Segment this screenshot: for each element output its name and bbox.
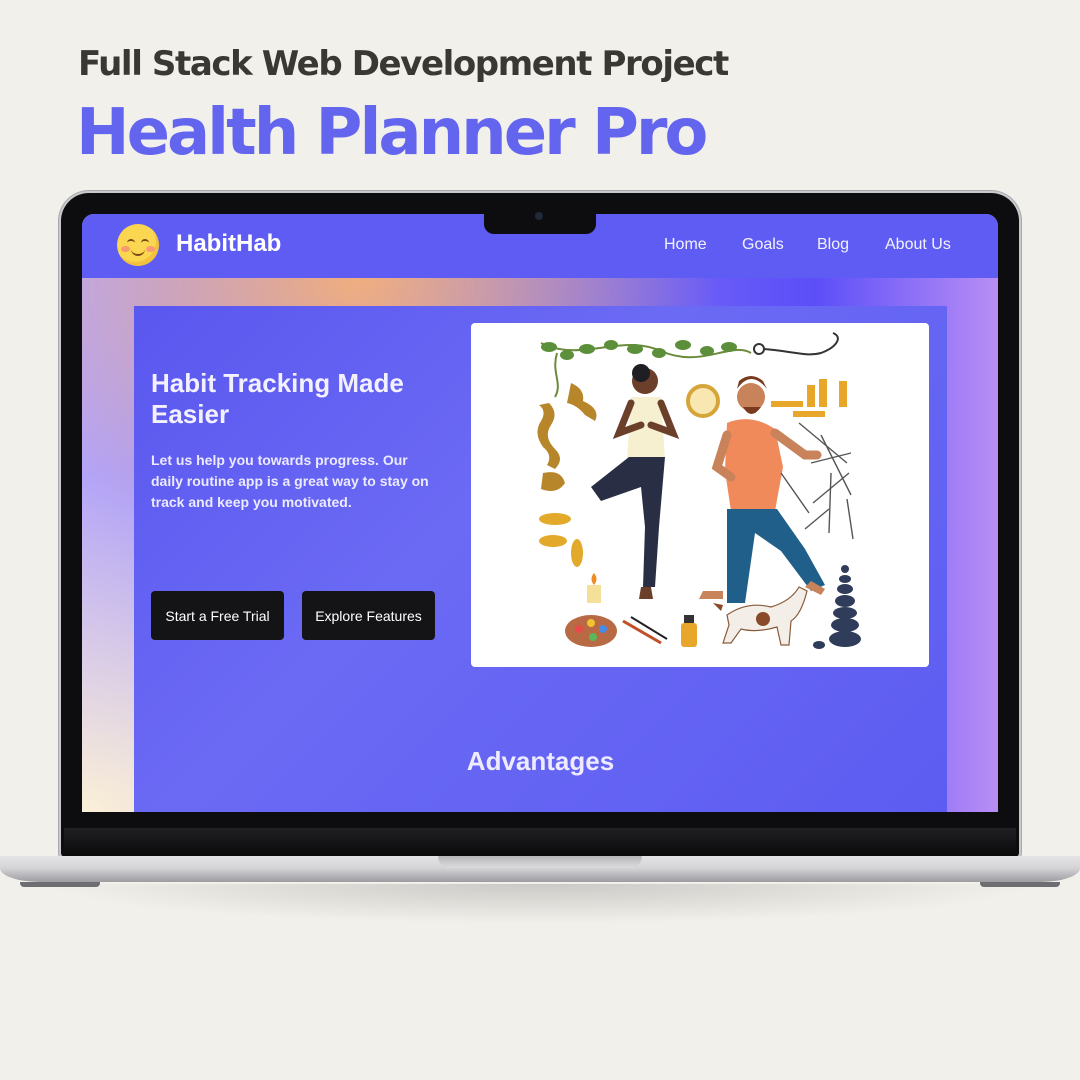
hero-section: Habit Tracking Made Easier Let us help y… <box>134 306 947 812</box>
laptop-foot-left <box>20 882 100 887</box>
start-free-trial-button[interactable]: Start a Free Trial <box>151 591 284 640</box>
laptop-hinge <box>64 828 1016 856</box>
nav-home[interactable]: Home <box>664 236 707 254</box>
laptop-foot-right <box>980 882 1060 887</box>
yoga-illustration <box>537 332 861 649</box>
smiley-logo-icon[interactable] <box>117 224 159 266</box>
laptop-shadow <box>40 884 1040 924</box>
nav-goals[interactable]: Goals <box>742 236 784 254</box>
advantages-heading: Advantages <box>466 746 615 776</box>
camera-icon <box>535 212 543 220</box>
hero-illustration <box>471 323 929 667</box>
promo-kicker: Full Stack Web Development Project <box>78 44 729 84</box>
hero-description: Let us help you towards progress. Our da… <box>151 452 429 510</box>
nav-blog[interactable]: Blog <box>817 236 849 254</box>
nav-about-us[interactable]: About Us <box>885 236 951 254</box>
promo-headline: Health Planner Pro <box>76 96 708 170</box>
brand-name[interactable]: HabitHab <box>176 230 281 258</box>
hero-title: Habit Tracking Made Easier <box>151 368 404 429</box>
explore-features-button[interactable]: Explore Features <box>302 591 435 640</box>
laptop-screen: HabitHab Home Goals Blog About Us Habit … <box>82 214 998 812</box>
laptop-opening-notch <box>438 856 642 868</box>
